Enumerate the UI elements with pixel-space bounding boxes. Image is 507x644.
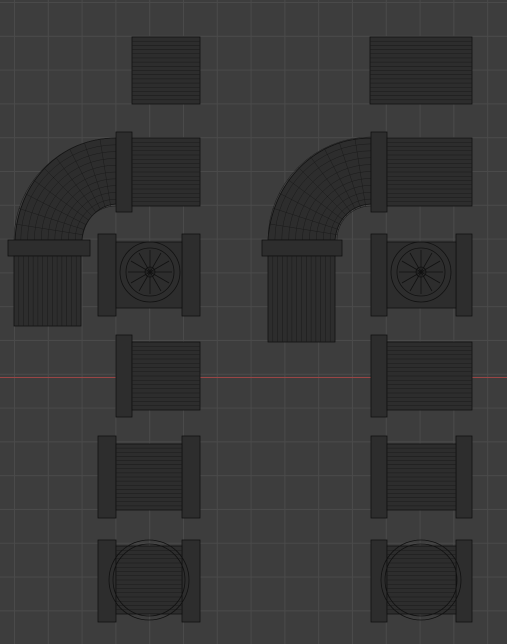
pipe-flanged-single[interactable] [370, 334, 473, 418]
pipe-flanged-single[interactable] [115, 334, 201, 418]
pipe-elbow[interactable] [261, 131, 473, 343]
wireframe-scene[interactable] [0, 0, 507, 644]
pipe-flanged-circle[interactable] [97, 539, 201, 623]
3d-viewport[interactable] [0, 0, 507, 644]
left-pipe-set[interactable] [7, 36, 201, 623]
pipe-flanged-circle[interactable] [370, 539, 473, 623]
pipe-straight-top[interactable] [369, 36, 473, 105]
right-pipe-set[interactable] [261, 36, 473, 623]
pipe-straight-top[interactable] [131, 36, 201, 105]
pipe-flanged-double[interactable] [370, 435, 473, 519]
pipe-cross-fan[interactable] [97, 233, 201, 317]
pipe-flanged-double[interactable] [97, 435, 201, 519]
pipe-cross-fan[interactable] [370, 233, 473, 317]
